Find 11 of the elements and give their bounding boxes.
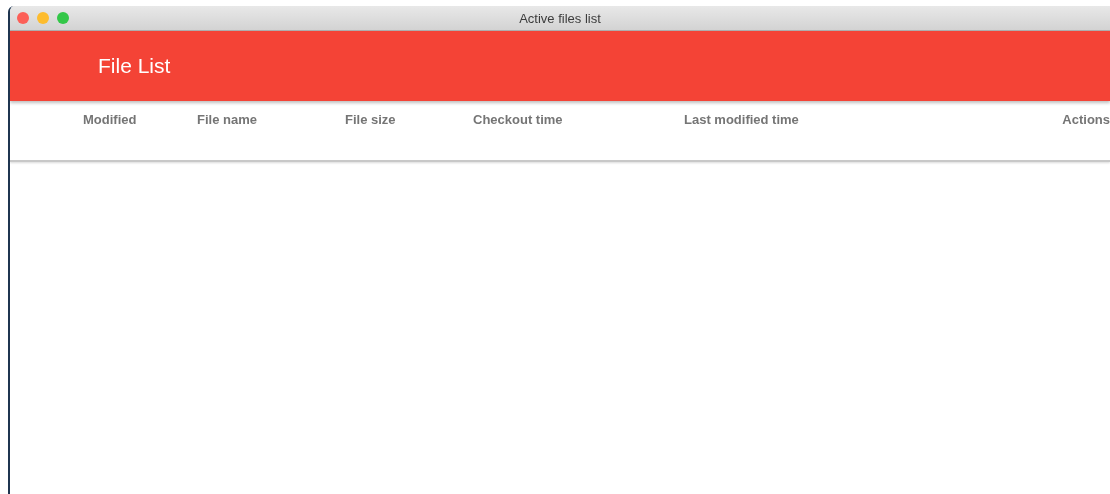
column-header: Actions <box>1062 112 1110 127</box>
zoom-button[interactable] <box>57 12 69 24</box>
minimize-button[interactable] <box>37 12 49 24</box>
column-header: Last modified time <box>684 112 799 127</box>
column-header: File size <box>345 112 396 127</box>
close-button[interactable] <box>17 12 29 24</box>
column-header: Checkout time <box>473 112 563 127</box>
column-header: Modified <box>83 112 137 127</box>
window-title: Active files list <box>519 10 601 26</box>
column-header: File name <box>197 112 257 127</box>
app-title: File List <box>98 54 171 78</box>
